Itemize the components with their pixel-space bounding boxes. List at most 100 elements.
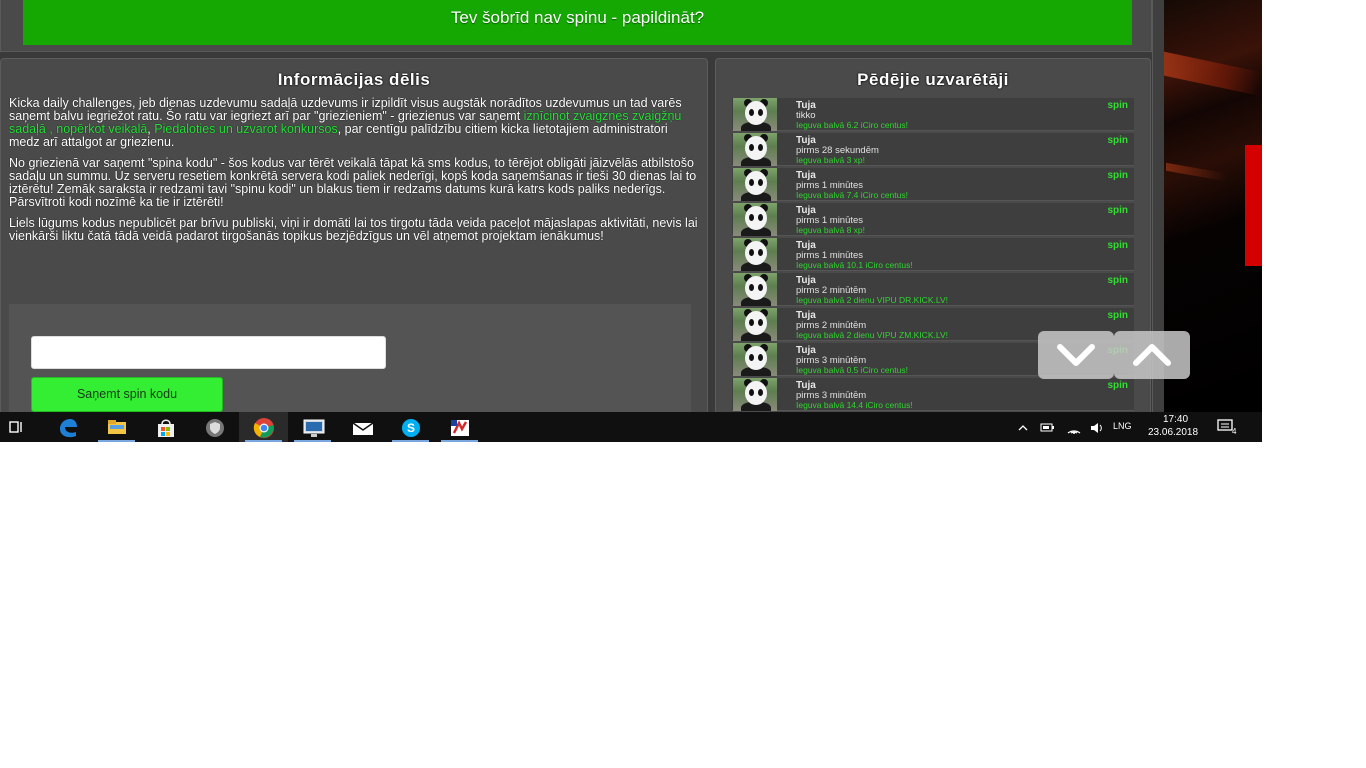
info-board-panel: Informācijas dēlis Kicka daily challenge… [0,58,708,419]
svg-text:S: S [407,421,415,435]
top-panel: Tev šobrīd nav spinu - papildināt? [0,0,1152,52]
avatar-shape [749,214,754,221]
winner-row: Tuja pirms 28 sekundēm Ieguva balvā 3 xp! s… [732,133,1134,166]
avatar-shape [758,389,763,396]
winner-row: Tuja pirms 1 minūtes Ieguva balvā 10.1 iCi… [732,238,1134,271]
clock-time[interactable]: 17:40 [1163,414,1188,425]
latest-winners-title: Pēdējie uzvarētāji [857,70,1009,89]
skype-icon: S [402,419,420,437]
shop-link[interactable]: nopērkot veikalā [56,122,147,136]
avatar[interactable] [733,98,777,131]
winner-type: spin [1107,135,1128,146]
shield-icon [206,419,224,437]
winner-prize: Ieguva balvā 6.2 iCiro centus! [796,120,908,130]
app-taskbar-button[interactable] [435,412,484,442]
avatar-shape [758,249,763,256]
spin-code-input[interactable] [31,336,386,369]
task-view-icon [9,421,22,433]
store-taskbar-button[interactable] [141,412,190,442]
avatar-shape [758,144,763,151]
avatar-shape [749,249,754,256]
info-paragraph-3: Liels lūgums kodus nepublicēt par brīvu … [9,216,698,243]
winner-row: Tuja pirms 1 minūtes Ieguva balvā 7.4 iCir… [732,168,1134,201]
gap [708,58,715,418]
avatar[interactable] [733,133,777,166]
avatar-shape [758,354,763,361]
clock-date[interactable]: 23.06.2018 [1148,427,1198,438]
winner-prize: Ieguva balvā 10.1 iCiro centus! [796,260,913,270]
info-paragraph-2: No griezienā var saņemt "spina kodu" - š… [9,156,697,209]
monitor-icon [303,419,325,437]
volume-icon[interactable] [1089,421,1105,435]
chevron-down-icon [1057,344,1095,366]
chrome-icon [253,418,274,438]
avatar-shape [758,179,763,186]
avatar-shape [749,389,754,396]
winner-prize: Ieguva balvā 2 dienu VIPU ZM.KICK.LV! [796,330,948,340]
system-tray: LNG 17:40 23.06.2018 4 [1012,412,1262,442]
winner-prize: Ieguva balvā 2 dienu VIPU DR.KICK.LV! [796,295,948,305]
avatar[interactable] [733,378,777,411]
avatar-shape [749,354,754,361]
red-side-tab[interactable] [1245,145,1262,266]
avatar-shape [749,319,754,326]
notification-count: 4 [1232,427,1237,436]
browser-viewport: Tev šobrīd nav spinu - papildināt? Infor… [0,0,1262,442]
chevron-up-icon[interactable] [1017,422,1029,434]
info-text: Kicka daily challenges, jeb dienas uzdev… [1,97,707,243]
winner-prize: Ieguva balvā 8 xp! [796,225,865,235]
avatar[interactable] [733,238,777,271]
skype-taskbar-button[interactable]: S [386,412,435,442]
avatar-shape [749,144,754,151]
winner-type: spin [1107,275,1128,286]
contests-link[interactable]: Piedaloties un uzvarot konkursos [154,122,337,136]
file-explorer-taskbar-button[interactable] [92,412,141,442]
chevron-up-icon [1133,344,1171,366]
avatar[interactable] [733,273,777,306]
get-spin-code-button[interactable]: Saņemt spin kodu [31,377,223,412]
avatar-shape [749,179,754,186]
winner-type: spin [1107,100,1128,111]
winner-row: Tuja tikko Ieguva balvā 6.2 iCiro centus! s… [732,98,1134,131]
winner-type: spin [1107,380,1128,391]
task-view-button[interactable] [0,412,34,442]
winner-type: spin [1107,170,1128,181]
language-indicator[interactable]: LNG [1113,421,1132,431]
avatar[interactable] [733,343,777,376]
winner-prize: Ieguva balvā 3 xp! [796,155,865,165]
avatar-shape [758,214,763,221]
avatar-shape [758,319,763,326]
avatar[interactable] [733,308,777,341]
avatar[interactable] [733,203,777,236]
chrome-taskbar-button[interactable] [239,412,288,442]
avatar-shape [758,284,763,291]
avatar-shape [749,284,754,291]
taskbar: S LNG 17:40 23.06.2018 4 [0,412,1262,442]
avatar[interactable] [733,168,777,201]
store-bag-icon [158,419,174,437]
battery-icon[interactable] [1039,422,1055,434]
edge-icon [60,419,77,438]
scroll-up-button[interactable] [1114,331,1190,379]
mail-icon [352,422,374,435]
winner-type: spin [1107,310,1128,321]
avatar-shape [749,109,754,116]
winner-row: Tuja pirms 2 minūtēm Ieguva balvā 2 dienu … [732,273,1134,306]
no-spins-banner[interactable]: Tev šobrīd nav spinu - papildināt? [23,0,1132,45]
security-taskbar-button[interactable] [190,412,239,442]
folder-icon [108,420,126,434]
winner-row: Tuja pirms 1 minūtes Ieguva balvā 8 xp! spi… [732,203,1134,236]
winner-prize: Ieguva balvā 14.4 iCiro centus! [796,400,913,410]
app-logo-icon [451,420,469,436]
winner-type: spin [1107,205,1128,216]
scroll-down-button[interactable] [1038,331,1114,379]
info-board-title: Informācijas dēlis [277,70,431,89]
mail-taskbar-button[interactable] [337,412,386,442]
edge-taskbar-button[interactable] [43,412,92,442]
winner-type: spin [1107,240,1128,251]
winner-prize: Ieguva balvā 0.5 iCiro centus! [796,365,908,375]
avatar-shape [758,109,763,116]
spin-code-form: Saņemt spin kodu [9,304,691,419]
remote-desktop-taskbar-button[interactable] [288,412,337,442]
wifi-icon[interactable] [1066,421,1082,435]
